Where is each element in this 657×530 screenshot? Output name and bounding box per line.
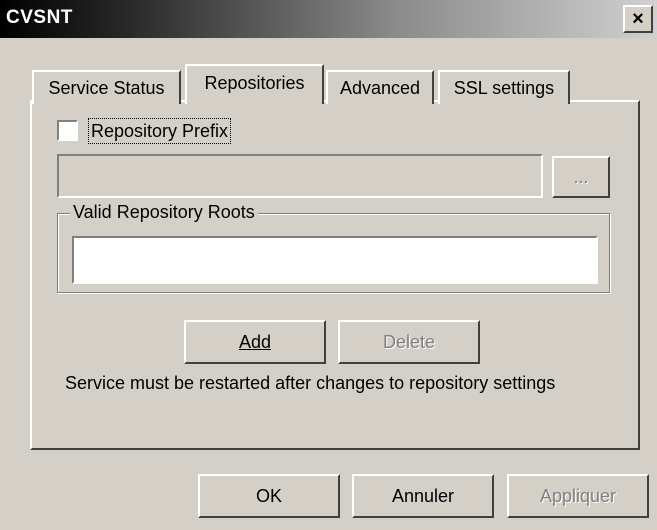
repository-prefix-field[interactable] xyxy=(57,154,543,198)
repository-roots-list[interactable] xyxy=(72,236,598,284)
tab-label: Service Status xyxy=(48,78,165,98)
valid-roots-label: Valid Repository Roots xyxy=(70,202,258,223)
ok-button[interactable]: OK xyxy=(198,474,340,518)
tab-label: Repositories xyxy=(204,73,305,93)
apply-button[interactable]: Appliquer xyxy=(507,474,649,518)
title-bar[interactable]: CVSNT × xyxy=(0,0,657,38)
browse-button[interactable]: ... xyxy=(552,156,610,198)
close-icon: × xyxy=(632,8,644,30)
tab-repositories[interactable]: Repositories xyxy=(185,64,324,104)
browse-button-label: ... xyxy=(573,167,589,187)
delete-button[interactable]: Delete xyxy=(338,320,480,364)
apply-button-label: Appliquer xyxy=(539,486,617,506)
ok-button-label: OK xyxy=(255,486,282,506)
close-button[interactable]: × xyxy=(623,5,653,33)
tab-ssl-settings[interactable]: SSL settings xyxy=(438,70,570,104)
cancel-button-label: Annuler xyxy=(391,486,455,506)
window-title: CVSNT xyxy=(6,7,73,28)
repository-prefix-checkbox[interactable] xyxy=(57,120,78,141)
delete-button-label: Delete xyxy=(382,332,436,352)
tab-label: Advanced xyxy=(339,78,421,98)
tab-advanced[interactable]: Advanced xyxy=(326,70,434,104)
restart-note: Service must be restarted after changes … xyxy=(65,373,556,393)
tab-label: SSL settings xyxy=(453,78,555,98)
add-button[interactable]: Add xyxy=(184,320,326,364)
repository-prefix-label[interactable]: Repository Prefix xyxy=(88,118,232,144)
tab-service-status[interactable]: Service Status xyxy=(32,70,181,104)
cancel-button[interactable]: Annuler xyxy=(352,474,494,518)
add-button-label: Add xyxy=(238,332,272,352)
